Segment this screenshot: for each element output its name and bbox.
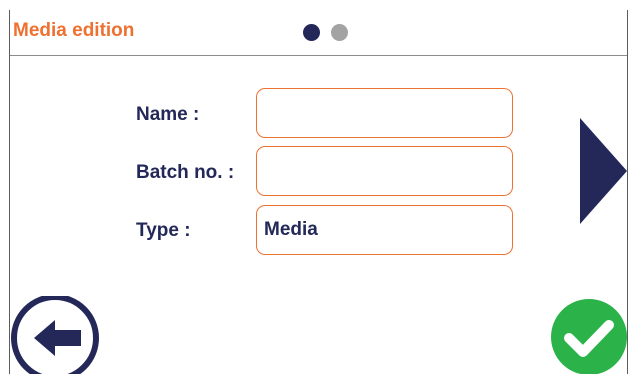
frame-right-border — [627, 10, 628, 374]
type-label: Type : — [136, 220, 191, 241]
page-title: Media edition — [13, 20, 135, 41]
type-input[interactable] — [256, 205, 513, 255]
name-label: Name : — [136, 104, 200, 125]
arrow-left-circle-icon — [11, 294, 99, 374]
next-page-button[interactable] — [579, 118, 627, 224]
chevron-right-icon — [580, 118, 627, 224]
name-input[interactable] — [256, 88, 513, 138]
batch-number-input[interactable] — [256, 146, 513, 196]
page-dot-2 — [331, 24, 348, 41]
header-divider — [10, 55, 627, 56]
media-edition-screen: Media edition Name : Batch no. : Type : — [0, 0, 636, 374]
header: Media edition — [10, 10, 627, 56]
back-button[interactable] — [10, 294, 100, 374]
batch-number-label: Batch no. : — [136, 162, 235, 183]
confirm-button[interactable] — [551, 297, 627, 374]
page-dot-1-active — [303, 24, 320, 41]
checkmark-circle-icon — [551, 299, 627, 374]
page-indicator — [303, 24, 348, 42]
